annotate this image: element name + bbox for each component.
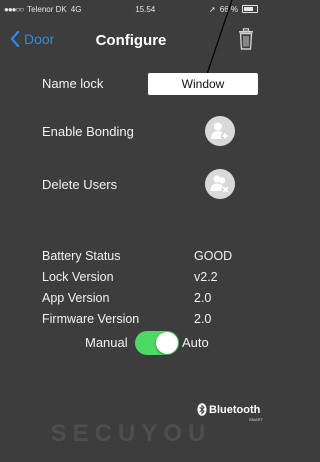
carrier-name: Telenor DK xyxy=(27,4,67,14)
enable-bonding-label: Enable Bonding xyxy=(42,124,134,139)
battery-status-value: GOOD xyxy=(194,248,233,263)
info-row-battery: Battery Status GOOD xyxy=(42,245,262,266)
signal-strength-icon: ●●●○○ xyxy=(4,4,24,14)
navigation-bar: Door Configure xyxy=(0,22,262,58)
battery-icon xyxy=(241,5,258,13)
brand-logo: SECUYOU xyxy=(50,420,212,447)
auto-label: Auto xyxy=(182,335,209,350)
info-row-firmware-version: Firmware Version 2.0 xyxy=(42,308,262,329)
manual-auto-switch[interactable] xyxy=(135,331,179,355)
firmware-version-value: 2.0 xyxy=(194,311,212,326)
status-right: ➚ 66 % xyxy=(209,5,258,14)
lock-version-value: v2.2 xyxy=(194,269,218,284)
firmware-version-label: Firmware Version xyxy=(42,311,140,326)
app-version-value: 2.0 xyxy=(194,290,212,305)
network-type: 4G xyxy=(70,4,82,14)
battery-status-label: Battery Status xyxy=(42,248,121,263)
page-title: Configure xyxy=(95,32,167,49)
delete-users-label: Delete Users xyxy=(42,177,118,192)
bluetooth-icon xyxy=(197,403,207,416)
status-time: 15.54 xyxy=(135,4,156,14)
trash-icon xyxy=(239,28,253,50)
enable-bonding-button[interactable] xyxy=(205,116,235,146)
delete-lock-button[interactable] xyxy=(238,28,254,55)
battery-percent: 66 % xyxy=(219,4,238,14)
name-lock-label: Name lock xyxy=(42,76,104,91)
info-row-lock-version: Lock Version v2.2 xyxy=(42,266,262,287)
manual-label: Manual xyxy=(85,335,128,350)
bluetooth-logo: Bluetooth xyxy=(197,403,260,416)
status-left: ●●●○○ Telenor DK 4G xyxy=(4,5,81,14)
location-icon: ➚ xyxy=(209,4,216,14)
remove-user-icon xyxy=(210,175,230,194)
add-user-icon xyxy=(211,122,230,141)
switch-knob xyxy=(156,332,178,354)
mode-toggle-row: Manual Auto xyxy=(0,331,262,355)
name-lock-input[interactable] xyxy=(148,73,258,95)
status-bar: ●●●○○ Telenor DK 4G 15.54 ➚ 66 % xyxy=(0,0,262,18)
info-row-app-version: App Version 2.0 xyxy=(42,287,262,308)
delete-users-button[interactable] xyxy=(205,169,235,199)
app-version-label: App Version xyxy=(42,290,110,305)
lock-info-table: Battery Status GOOD Lock Version v2.2 Ap… xyxy=(42,245,262,329)
bluetooth-label: Bluetooth xyxy=(209,403,261,416)
lock-version-label: Lock Version xyxy=(42,269,114,284)
